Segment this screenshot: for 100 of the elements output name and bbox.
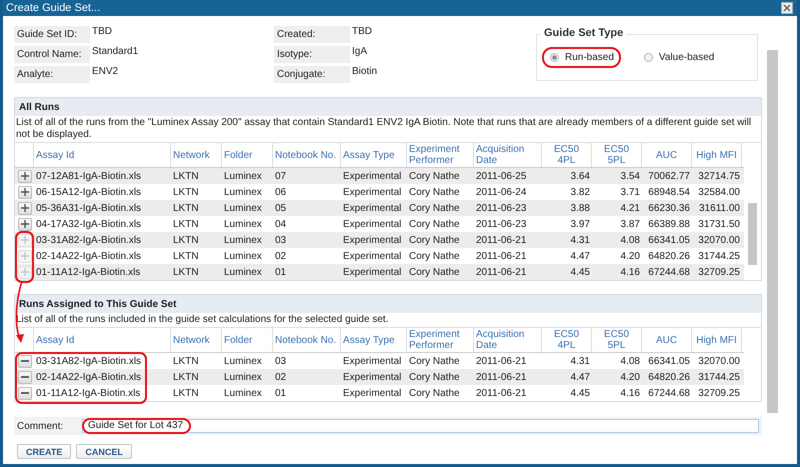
column-header[interactable]: Folder [222, 328, 273, 352]
table-cell-text: 01 [274, 266, 288, 278]
table-cell-text: 32709.25 [697, 266, 741, 278]
table-cell-text: 03-31A82-IgA-Biotin.xls [35, 356, 142, 366]
column-header[interactable]: Assay Id [34, 328, 171, 352]
minus-icon [20, 376, 28, 378]
cancel-button[interactable]: CANCEL [76, 444, 132, 459]
add-button[interactable] [18, 170, 32, 182]
table-cell-text: Luminex [223, 202, 263, 214]
comment-value: Guide Set for Lot 437 [88, 420, 184, 431]
column-header[interactable]: EC50 5PL [592, 143, 642, 167]
table-cell-text: Experimental [342, 218, 402, 230]
table-cell-text: 01-11A12-IgA-Biotin.xls [35, 266, 142, 278]
table-cell-text: Experimental [342, 170, 402, 182]
table-cell-text: 2011-06-21 [475, 388, 528, 398]
table-cell-text: 2011-06-23 [475, 202, 528, 214]
table-cell-text: 4.31 [570, 356, 591, 366]
comment-field[interactable]: Guide Set for Lot 437 [82, 419, 759, 433]
table-cell-text: Luminex [223, 266, 263, 278]
table-cell-text: 06-15A12-IgA-Biotin.xls [35, 186, 142, 198]
column-header[interactable]: Assay Type [341, 143, 407, 167]
column-header[interactable]: Notebook No. [273, 143, 341, 167]
table-cell-text: 4.20 [620, 372, 641, 382]
column-header[interactable]: Notebook No. [273, 328, 341, 352]
plus-icon [20, 220, 28, 228]
radio-button[interactable] [550, 53, 559, 62]
table-cell-text: 4.21 [620, 202, 641, 214]
close-button[interactable] [781, 2, 793, 14]
table-cell-text: Luminex [223, 250, 263, 262]
column-header[interactable]: EC50 5PL [592, 328, 642, 352]
table-cell-text: 07-12A81-IgA-Biotin.xls [35, 170, 142, 182]
column-header[interactable]: Experiment Performer [407, 328, 474, 352]
table-cell-text: Luminex [223, 170, 263, 182]
table-cell-text: 02-14A22-IgA-Biotin.xls [35, 250, 142, 262]
column-header[interactable]: High MFI [692, 328, 742, 352]
column-header[interactable]: Assay Type [341, 328, 407, 352]
remove-button[interactable] [18, 386, 32, 400]
group-legend: Guide Set Type [541, 27, 626, 39]
radio-button[interactable] [644, 53, 653, 62]
column-header[interactable]: Folder [222, 143, 273, 167]
add-button[interactable] [18, 218, 32, 230]
field-label: Guide Set ID: [14, 26, 90, 43]
section-title: Runs Assigned to This Guide Set [19, 298, 176, 310]
remove-button[interactable] [18, 370, 32, 384]
table-cell-text: Cory Nathe [408, 202, 461, 214]
column-header[interactable]: Network [171, 143, 222, 167]
column-header[interactable]: High MFI [692, 143, 742, 167]
table-cell-text: Luminex [223, 372, 263, 382]
table-cell-text: 4.47 [570, 250, 591, 262]
column-header[interactable]: Network [171, 328, 222, 352]
table-cell-text: Experimental [342, 186, 402, 198]
table-cell-text: 2011-06-21 [475, 234, 528, 246]
table-cell-text: 4.16 [620, 388, 641, 398]
table-cell-text: 07 [274, 170, 288, 182]
table-cell-text: 2011-06-21 [475, 372, 528, 382]
column-header[interactable]: AUC [642, 328, 692, 352]
plus-icon [20, 172, 28, 180]
add-button[interactable] [18, 202, 32, 214]
column-header[interactable]: AUC [642, 143, 692, 167]
table-cell-text: Experimental [342, 356, 402, 366]
table-cell-text: LKTN [172, 186, 200, 198]
table-cell-text: Cory Nathe [408, 372, 461, 382]
table-cell-text: 3.97 [570, 218, 591, 230]
field-label: Analyte: [14, 66, 90, 83]
table-cell-text: Experimental [342, 202, 402, 214]
field-value: TBD [351, 26, 372, 39]
table-cell-text: 3.82 [570, 186, 591, 198]
plus-icon [20, 268, 28, 276]
create-button[interactable]: CREATE [17, 444, 72, 459]
table-cell-text: 2011-06-24 [475, 186, 528, 198]
table-cell-text: 04-17A32-IgA-Biotin.xls [35, 218, 142, 230]
column-header[interactable]: Experiment Performer [407, 143, 474, 167]
column-header[interactable]: Acquisition Date [474, 328, 542, 352]
field-value: Standard1 [91, 46, 138, 59]
remove-button[interactable] [18, 354, 32, 368]
table-cell-text: Luminex [223, 218, 263, 230]
table-cell-text: 3.87 [620, 218, 641, 230]
field-label: Created: [274, 26, 350, 43]
table-cell-text: 66341.05 [647, 356, 691, 366]
table-cell-text: Experimental [342, 250, 402, 262]
column-header[interactable]: EC50 4PL [542, 143, 592, 167]
table-cell-text: 05 [274, 202, 288, 214]
field-label: Isotype: [274, 46, 350, 63]
close-icon [783, 4, 791, 12]
plus-icon [20, 252, 28, 260]
column-header[interactable]: Acquisition Date [474, 143, 542, 167]
section-description: List of all of the runs from the "Luminex Assay 200" assay that contain Standard1 ENV2 IgA Biotin. Note that runs that are already members of a different guide set will not be displayed. [15, 116, 752, 142]
table-cell-text: 31744.25 [697, 250, 741, 262]
column-header[interactable]: EC50 4PL [542, 328, 592, 352]
plus-icon [20, 204, 28, 212]
table-cell-text: 2011-06-23 [475, 218, 528, 230]
table-cell-text: Luminex [223, 388, 263, 398]
table-cell-text: Cory Nathe [408, 250, 461, 262]
table-cell-text: 4.20 [620, 250, 641, 262]
add-button[interactable] [18, 186, 32, 198]
field-label: Control Name: [14, 46, 90, 63]
field-value: Biotin [351, 66, 378, 79]
column-header[interactable]: Assay Id [34, 143, 171, 167]
field-label: Conjugate: [274, 66, 350, 83]
minus-icon [20, 360, 28, 362]
